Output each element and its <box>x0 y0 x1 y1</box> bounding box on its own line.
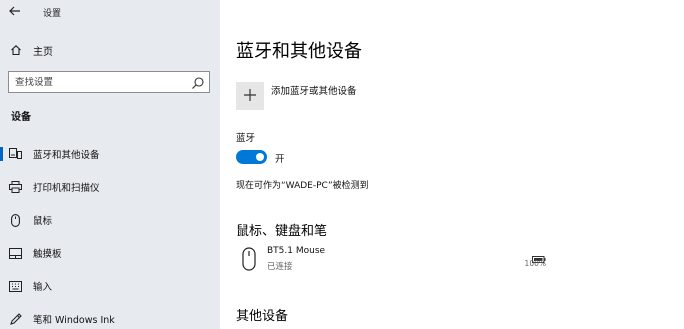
bluetooth-label: 蓝牙 <box>236 133 256 144</box>
sidebar-item-typing[interactable]: 输入 <box>0 275 220 297</box>
printer-icon <box>8 180 22 194</box>
sidebar-item-label: 输入 <box>33 282 53 293</box>
sidebar-item-printers[interactable]: 打印机和扫描仪 <box>0 176 220 198</box>
section-heading-other-devices: 其他设备 <box>236 309 289 324</box>
add-device-button[interactable] <box>236 82 264 110</box>
discoverable-text: 现在可作为“WADE-PC”被检测到 <box>236 181 369 191</box>
active-indicator <box>0 147 3 161</box>
mouse-icon <box>8 213 22 227</box>
sidebar-item-pen[interactable]: 笔和 Windows Ink <box>0 308 220 329</box>
sidebar-item-touchpad[interactable]: 触摸板 <box>0 242 220 264</box>
sidebar-item-label: 打印机和扫描仪 <box>33 183 100 194</box>
bluetooth-state-text: 开 <box>275 154 285 165</box>
plus-icon <box>243 87 257 106</box>
toggle-knob <box>256 153 264 161</box>
sidebar-item-label: 笔和 Windows Ink <box>33 315 115 326</box>
search-input[interactable] <box>15 76 185 88</box>
bluetooth-toggle[interactable] <box>236 150 267 164</box>
sidebar-item-bluetooth[interactable]: 蓝牙和其他设备 <box>0 143 220 165</box>
device-status: 已连接 <box>267 262 293 272</box>
back-button[interactable] <box>6 4 24 20</box>
search-icon[interactable] <box>191 75 205 89</box>
section-heading-mouse-keyboard-pen: 鼠标、键盘和笔 <box>236 224 328 239</box>
bluetooth-devices-icon <box>8 147 22 161</box>
sidebar-item-home[interactable]: 主页 <box>6 40 206 60</box>
pen-icon <box>8 312 22 326</box>
home-icon <box>6 44 26 56</box>
sidebar-item-label: 触摸板 <box>33 249 62 260</box>
page-title: 蓝牙和其他设备 <box>236 41 362 62</box>
search-box[interactable] <box>8 71 210 93</box>
sidebar: 设置 主页 设备 蓝牙和其他设备 打印机和扫描仪 鼠标 <box>0 0 220 329</box>
device-item[interactable]: BT5.1 Mouse 已连接 100% <box>236 244 546 274</box>
section-label-devices: 设备 <box>11 112 31 123</box>
add-device-label[interactable]: 添加蓝牙或其他设备 <box>271 83 357 97</box>
sidebar-item-mouse[interactable]: 鼠标 <box>0 209 220 231</box>
app-title: 设置 <box>43 9 62 19</box>
sidebar-item-label: 蓝牙和其他设备 <box>33 150 100 161</box>
back-arrow-icon <box>9 5 21 19</box>
touchpad-icon <box>8 246 22 260</box>
sidebar-item-label: 主页 <box>33 46 53 58</box>
battery-percentage: 100% <box>524 259 546 268</box>
battery-icon <box>532 248 546 263</box>
sidebar-item-label: 鼠标 <box>33 216 53 227</box>
main-panel: 蓝牙和其他设备 添加蓝牙或其他设备 蓝牙 开 现在可作为“WADE-PC”被检测… <box>220 0 684 329</box>
device-name: BT5.1 Mouse <box>267 246 326 256</box>
mouse-icon <box>242 247 256 271</box>
keyboard-icon <box>8 279 22 293</box>
